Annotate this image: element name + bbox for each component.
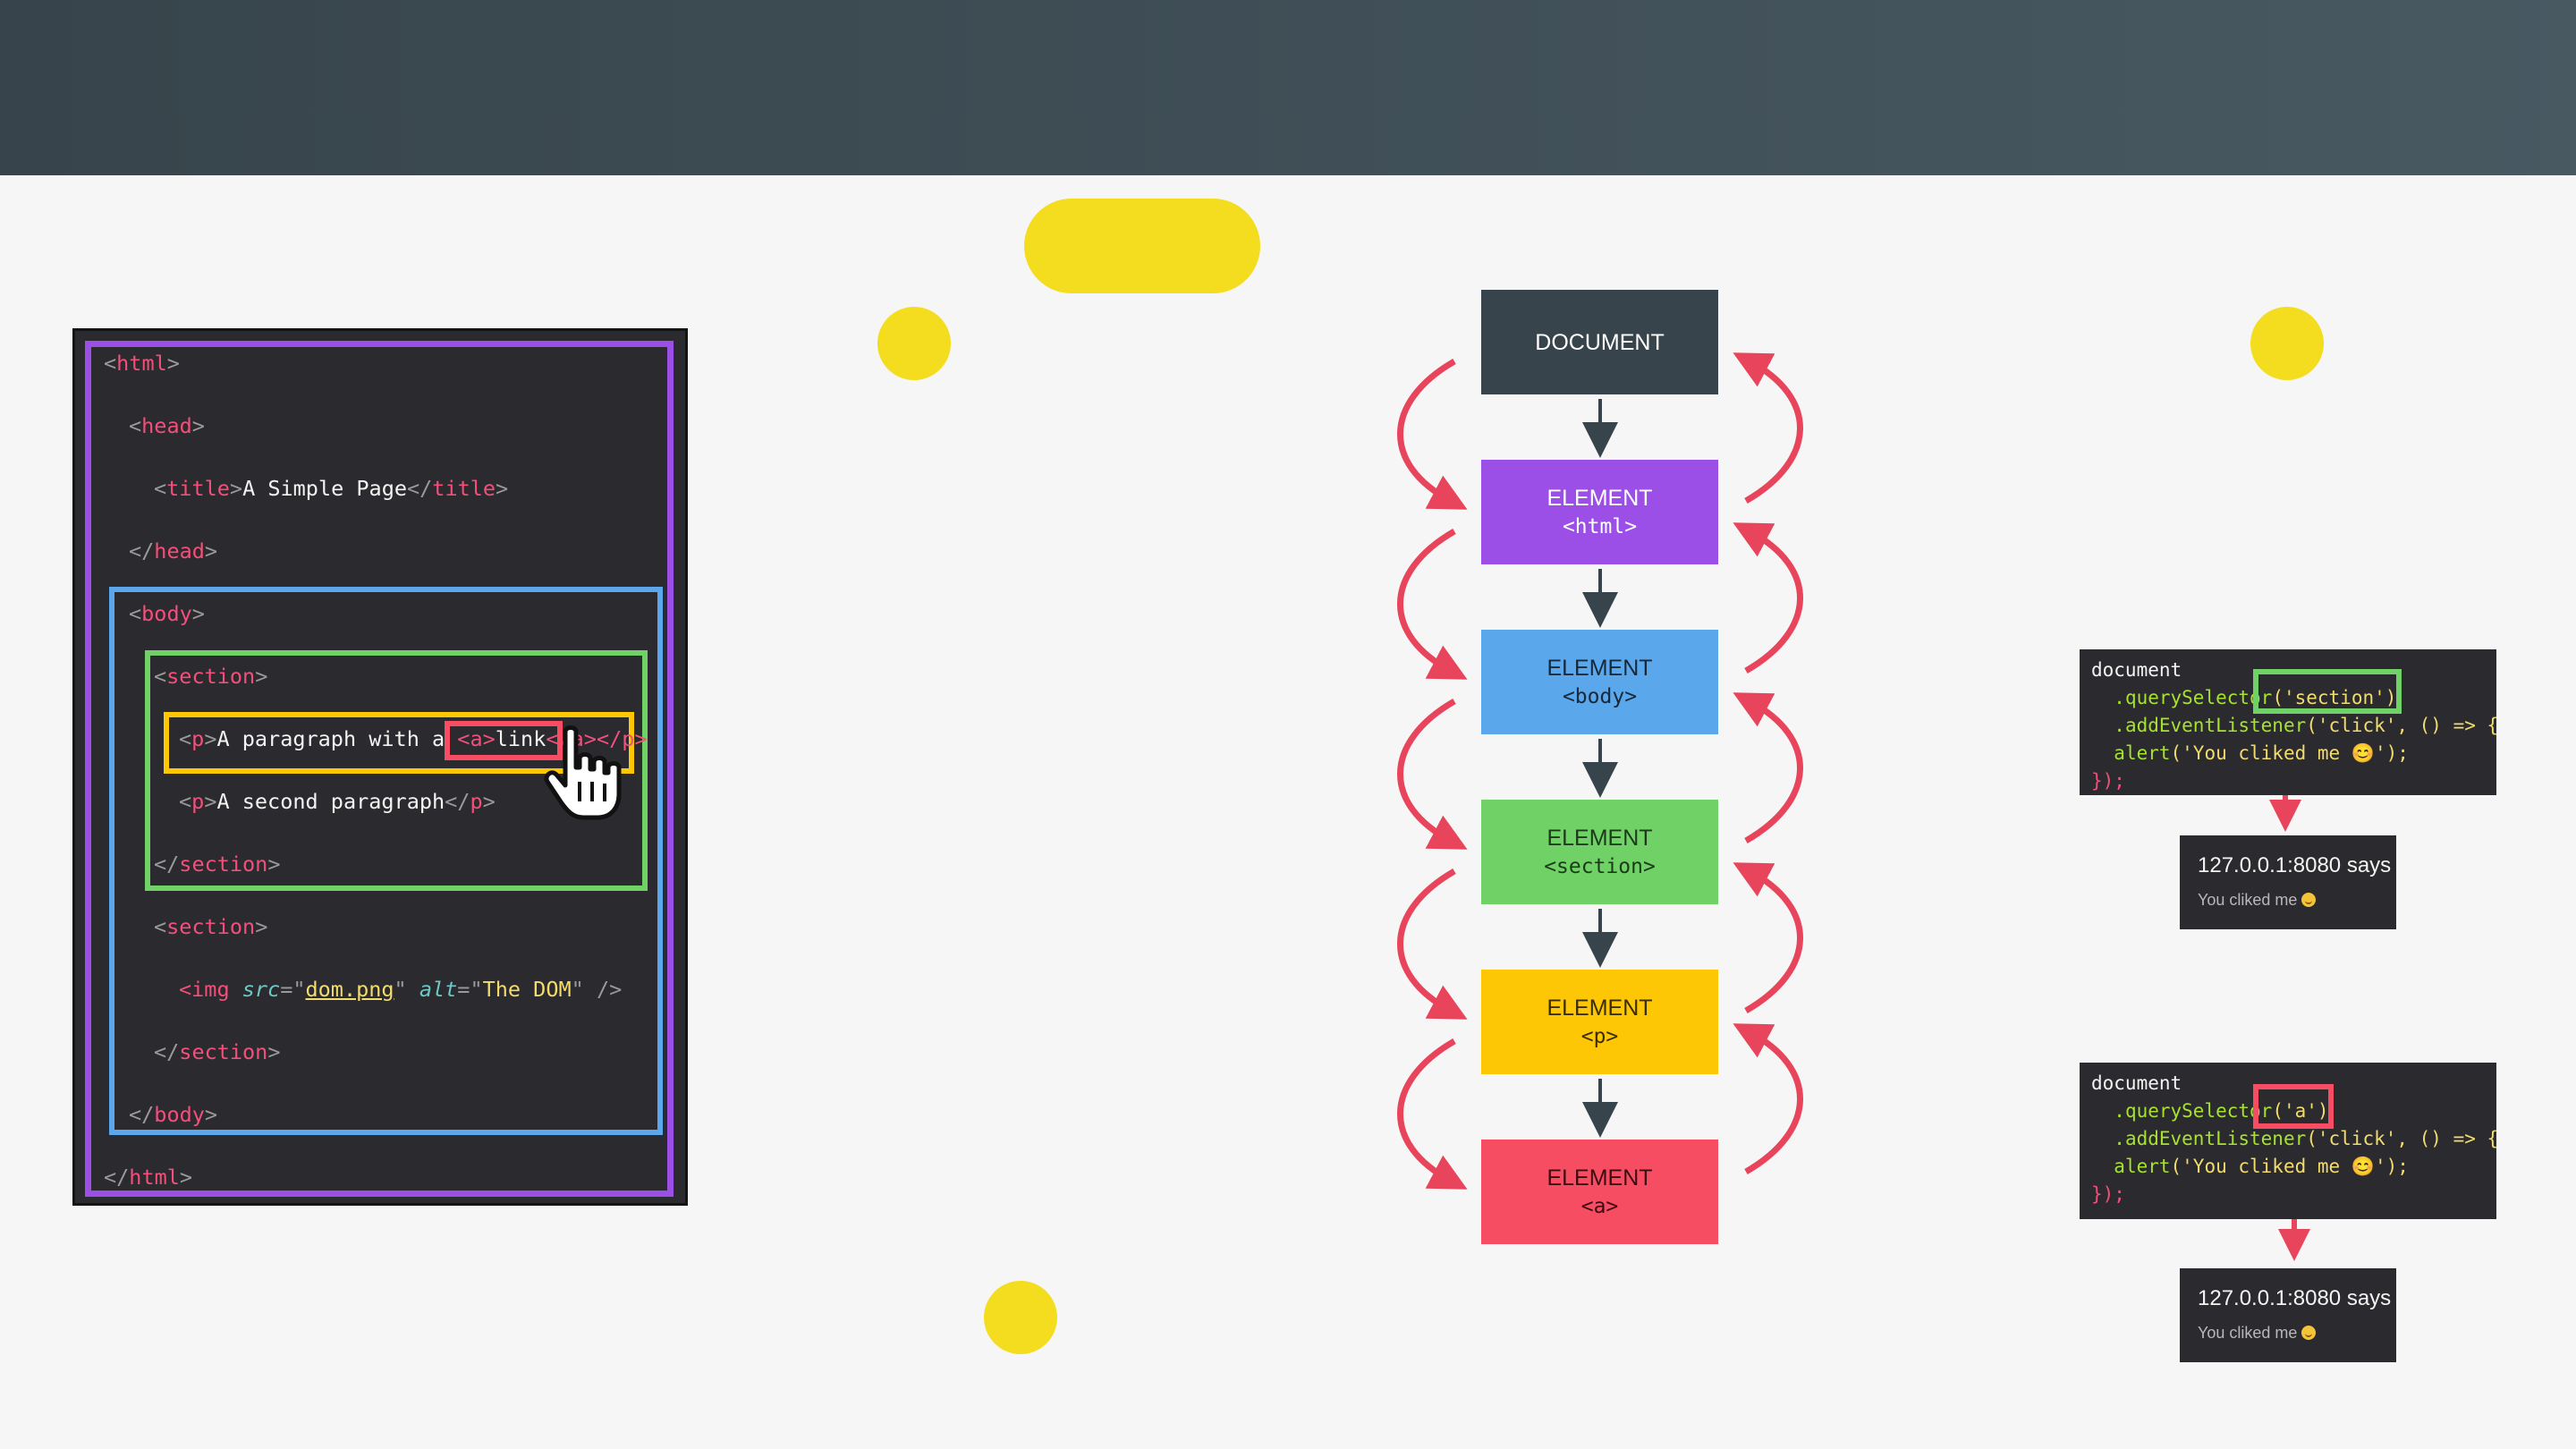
smile-emoji-icon bbox=[2301, 893, 2317, 907]
code-snippet-a: document .querySelector('a') .addEventLi… bbox=[2080, 1063, 2499, 1219]
snippet-argument: ('click', () => { bbox=[2306, 1128, 2499, 1149]
capture-arrow bbox=[1397, 358, 1468, 510]
snippet-function: alert bbox=[2114, 1156, 2171, 1177]
snippet-function: alert bbox=[2114, 742, 2171, 764]
bubble-arrow bbox=[1733, 862, 1803, 1014]
snippet-line: }); bbox=[2091, 1181, 2496, 1208]
smile-emoji-icon bbox=[2301, 1326, 2317, 1340]
snippet-function: .addEventListener bbox=[2114, 1128, 2307, 1149]
snippet-line: alert('You cliked me 😊'); bbox=[2091, 1153, 2496, 1181]
alert-title: 127.0.0.1:8080 says bbox=[2198, 853, 2392, 877]
alert-message: You cliked me bbox=[2198, 1323, 2396, 1343]
snippet-document: document bbox=[2091, 1072, 2182, 1094]
snippet-line: alert('You cliked me 😊'); bbox=[2091, 740, 2496, 767]
snippet-function: .querySelector bbox=[2114, 687, 2273, 708]
alert-message: You cliked me bbox=[2198, 890, 2396, 910]
snippet-line: .addEventListener('click', () => { bbox=[2091, 712, 2499, 740]
bubble-arrow bbox=[1733, 1023, 1803, 1175]
snippet-document: document bbox=[2091, 659, 2182, 681]
snippet-function: .addEventListener bbox=[2114, 715, 2307, 736]
snippet-line: .addEventListener('click', () => { bbox=[2091, 1125, 2499, 1153]
snippet-close: }); bbox=[2091, 770, 2125, 792]
bubble-arrow bbox=[1733, 352, 1803, 504]
snippet-argument: ('click', () => { bbox=[2306, 715, 2499, 736]
bubble-arrow bbox=[1733, 692, 1803, 844]
capture-arrow bbox=[1397, 1038, 1468, 1190]
code-snippet-section: document .querySelector('section') .addE… bbox=[2080, 649, 2499, 795]
capture-arrow bbox=[1397, 698, 1468, 850]
snippet-function: .querySelector bbox=[2114, 1100, 2273, 1122]
snippet-line: }); bbox=[2091, 767, 2496, 795]
capture-arrow bbox=[1397, 528, 1468, 680]
alert-message-text: You cliked me bbox=[2198, 891, 2298, 909]
alert-title: 127.0.0.1:8080 says bbox=[2198, 1286, 2392, 1310]
snippet-section-highlight bbox=[2253, 669, 2402, 714]
snippet-close: }); bbox=[2091, 1183, 2125, 1205]
alert-message-text: You cliked me bbox=[2198, 1324, 2298, 1342]
capture-arrow bbox=[1397, 868, 1468, 1020]
bubble-arrow bbox=[1733, 522, 1803, 674]
snippet-a-highlight bbox=[2253, 1084, 2334, 1129]
alert-dialog: 127.0.0.1:8080 says You cliked me bbox=[2180, 835, 2396, 929]
snippet-argument: ('You cliked me 😊'); bbox=[2170, 742, 2409, 764]
alert-dialog: 127.0.0.1:8080 says You cliked me bbox=[2180, 1268, 2396, 1362]
snippet-argument: ('You cliked me 😊'); bbox=[2170, 1156, 2409, 1177]
